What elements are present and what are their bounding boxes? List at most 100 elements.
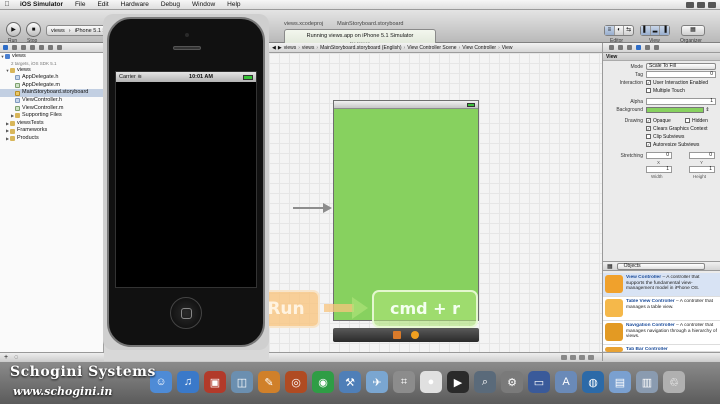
autoresize-checkbox[interactable]: ✓ Autoresize Subviews [646, 141, 699, 149]
home-button[interactable] [170, 297, 202, 329]
globe-icon[interactable]: ◍ [582, 371, 604, 393]
alpha-field[interactable]: 1 [646, 98, 716, 105]
user-interaction-checkbox[interactable]: ✓ User Interaction Enabled [646, 79, 708, 87]
section-header[interactable]: View [603, 53, 720, 61]
jump-item[interactable]: View [502, 45, 513, 51]
stretch-width-field[interactable]: 1 [646, 166, 672, 173]
editor-segment[interactable]: ≡ ◐ ⇆ [604, 25, 634, 36]
jump-item[interactable]: views [302, 45, 315, 51]
zoom-out-icon[interactable] [561, 354, 567, 360]
clip-subviews-checkbox[interactable]: Clip Subviews [646, 133, 684, 141]
tree-row-group[interactable]: ▶ Products [0, 135, 103, 143]
doc-tab-storyboard[interactable]: MainStoryboard.storyboard [337, 21, 403, 29]
zoom-in-icon[interactable] [579, 354, 585, 360]
library-item[interactable]: View Controller – A controller that supp… [603, 273, 720, 297]
log-navigator-icon[interactable] [57, 45, 62, 50]
stretch-height-field[interactable]: 1 [689, 166, 715, 173]
view-controller-icon[interactable] [411, 331, 419, 339]
file-inspector-icon[interactable] [609, 45, 614, 50]
symbol-navigator-icon[interactable] [12, 45, 17, 50]
instruments-icon[interactable]: ◎ [285, 371, 307, 393]
nav-back-icon[interactable]: ◀ [272, 45, 276, 51]
search-navigator-icon[interactable] [21, 45, 26, 50]
itunes-icon[interactable]: ♫ [177, 371, 199, 393]
preview-icon[interactable]: ◫ [231, 371, 253, 393]
quicktime-icon[interactable]: ▶ [447, 371, 469, 393]
grapher-icon[interactable]: ⌗ [393, 371, 415, 393]
debug-navigator-icon[interactable] [39, 45, 44, 50]
jump-item[interactable]: MainStoryboard.storyboard (English) [320, 45, 401, 51]
view-segment[interactable]: ▌ ▂ ▐ [640, 25, 670, 36]
menu-window[interactable]: Window [186, 1, 221, 8]
organizer-icon[interactable]: ▦ [682, 26, 704, 35]
magnifier-icon[interactable]: ⌕ [474, 371, 496, 393]
library-item[interactable]: Navigation Controller – A controller tha… [603, 321, 720, 345]
version-editor-icon[interactable]: ⇆ [624, 26, 633, 35]
library-item[interactable]: Tab Bar Controller [603, 345, 720, 352]
filter-icon[interactable]: ◌ [14, 354, 18, 361]
jump-item[interactable]: View Controller Scene [407, 45, 456, 51]
status-icon[interactable] [686, 1, 694, 8]
library-search-bar[interactable] [603, 352, 720, 361]
layout-icon[interactable] [588, 354, 594, 360]
tree-row-file[interactable]: AppDelegate.m [0, 82, 103, 90]
identity-inspector-icon[interactable] [627, 45, 632, 50]
library-filter-popup[interactable]: Objects [616, 262, 705, 270]
tree-row-file[interactable]: ViewController.h [0, 97, 103, 105]
screen-icon[interactable]: ▭ [528, 371, 550, 393]
run-button[interactable]: ▶ [6, 22, 21, 37]
app-store-icon[interactable]: A [555, 371, 577, 393]
background-color-well[interactable]: ⇕ [646, 106, 710, 114]
tree-row-file[interactable]: ViewController.m [0, 105, 103, 113]
mode-popup[interactable]: Scale To Fill [646, 63, 716, 70]
library-tab-icon[interactable]: ▦ [607, 263, 613, 270]
assistant-editor-icon[interactable]: ◐ [615, 26, 625, 35]
menu-debug[interactable]: Debug [155, 1, 186, 8]
help-inspector-icon[interactable] [618, 45, 623, 50]
doc-tab-project[interactable]: views.xcodeproj [284, 21, 323, 29]
add-icon[interactable]: + [4, 354, 8, 361]
zoom-fit-icon[interactable] [570, 354, 576, 360]
trash-icon[interactable]: ♲ [663, 371, 685, 393]
attributes-inspector-icon[interactable] [636, 45, 641, 50]
hidden-checkbox[interactable]: Hidden [685, 117, 708, 125]
xcode-icon[interactable]: ⚒ [339, 371, 361, 393]
navigator-toggle-icon[interactable]: ▌ [641, 26, 651, 35]
folder-icon[interactable]: ▤ [609, 371, 631, 393]
tree-row-group[interactable]: ▶ viewsTests [0, 120, 103, 128]
tree-row-project[interactable]: ▼ views [0, 53, 103, 61]
project-navigator-icon[interactable] [3, 45, 8, 50]
clears-graphics-checkbox[interactable]: ✓ Clears Graphics Context [646, 125, 707, 133]
menu-help[interactable]: Help [221, 1, 246, 8]
jump-item[interactable]: views [284, 45, 297, 51]
tree-row-group[interactable]: ▶ Supporting Files [0, 112, 103, 120]
multiple-touch-checkbox[interactable]: Multiple Touch [646, 87, 685, 95]
debug-toggle-icon[interactable]: ▂ [650, 26, 661, 35]
stretch-y-field[interactable]: 0 [689, 152, 715, 159]
tree-row-group[interactable]: ▶ Frameworks [0, 127, 103, 135]
tree-row-group[interactable]: ▼ views [0, 67, 103, 75]
jump-item[interactable]: View Controller [462, 45, 496, 51]
connections-inspector-icon[interactable] [654, 45, 659, 50]
view-controller-scene[interactable] [333, 100, 479, 321]
xcode-tool-icon[interactable]: ✎ [258, 371, 280, 393]
menu-hardware[interactable]: Hardware [115, 1, 155, 8]
downloads-icon[interactable]: ▥ [636, 371, 658, 393]
breakpoint-navigator-icon[interactable] [48, 45, 53, 50]
organizer-button[interactable]: ▦ [681, 25, 705, 36]
library-item[interactable]: Table View Controller – A controller tha… [603, 297, 720, 321]
sphere-icon[interactable]: ● [420, 371, 442, 393]
menu-edit[interactable]: Edit [91, 1, 114, 8]
photo-icon[interactable]: ▣ [204, 371, 226, 393]
first-responder-icon[interactable] [393, 331, 401, 339]
tree-row-file-selected[interactable]: MainStoryboard.storyboard [0, 89, 103, 97]
size-inspector-icon[interactable] [645, 45, 650, 50]
standard-editor-icon[interactable]: ≡ [605, 26, 615, 35]
tag-field[interactable]: 0 [646, 71, 716, 78]
nav-forward-icon[interactable]: ▶ [278, 45, 282, 51]
chrome-icon[interactable]: ◉ [312, 371, 334, 393]
apple-menu-icon[interactable]:  [0, 1, 14, 8]
settings-icon[interactable]: ⚙ [501, 371, 523, 393]
stop-button[interactable]: ■ [26, 22, 41, 37]
menu-file[interactable]: File [69, 1, 91, 8]
